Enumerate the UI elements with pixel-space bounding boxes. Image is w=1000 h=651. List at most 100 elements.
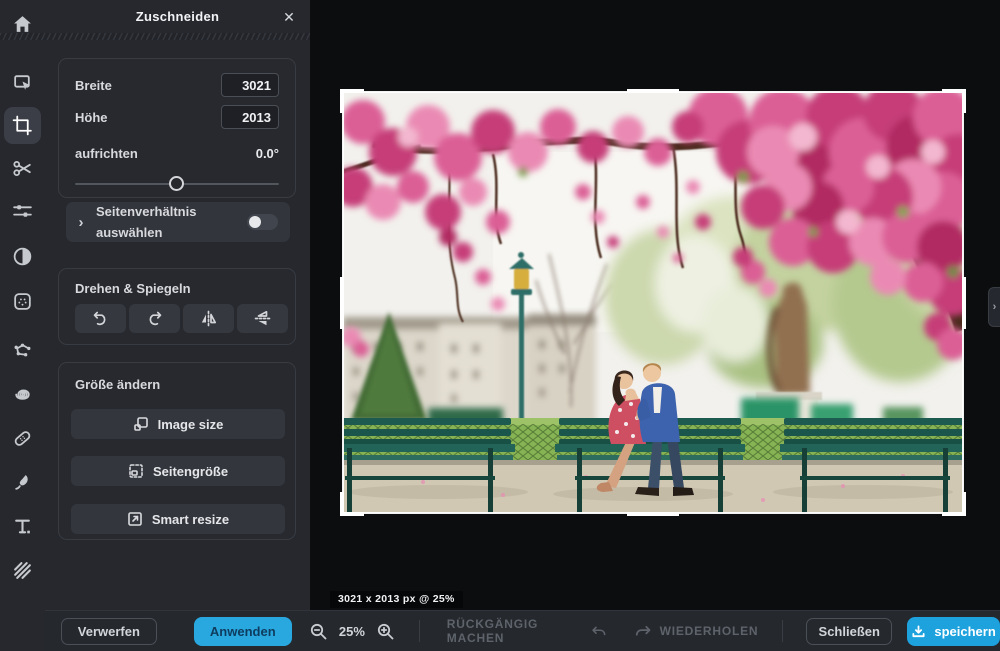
- brush-icon: [12, 472, 33, 493]
- straighten-slider[interactable]: [75, 176, 279, 192]
- smart-resize-button-label: Smart resize: [152, 512, 229, 527]
- crop-handle-top-right[interactable]: [942, 89, 966, 113]
- height-input[interactable]: [221, 105, 279, 129]
- resize-label: Größe ändern: [75, 377, 160, 392]
- crop-handle-bottom-right[interactable]: [942, 492, 966, 516]
- slider-thumb[interactable]: [169, 176, 184, 191]
- panel-header: Zuschneiden ✕: [45, 0, 310, 33]
- image-size-button-label: Image size: [158, 417, 224, 432]
- undo-button[interactable]: RÜCKGÄNGIG MACHEN: [447, 617, 606, 645]
- toggle-knob: [249, 216, 261, 228]
- draw-tool-button[interactable]: [0, 462, 45, 502]
- arrange-tool-button[interactable]: [0, 62, 45, 102]
- chevron-right-icon: ›: [993, 301, 997, 313]
- right-panel-collapse-tab[interactable]: ›: [988, 287, 1000, 327]
- zoom-out-icon: [309, 622, 328, 641]
- flip-horizontal-icon: [200, 310, 217, 327]
- contrast-icon: [12, 246, 33, 267]
- page-size-button-label: Seitengröße: [153, 464, 228, 479]
- home-icon: [12, 14, 33, 35]
- tool-sidebar: [0, 0, 45, 651]
- crop-handle-left[interactable]: [340, 277, 344, 329]
- height-label: Höhe: [75, 110, 108, 125]
- crop-handle-bottom[interactable]: [627, 512, 679, 516]
- text-icon: [12, 516, 33, 537]
- download-icon: [911, 624, 926, 639]
- image-status: 3021 x 2013 px @ 25%: [330, 591, 463, 608]
- cut-tool-button[interactable]: [0, 148, 45, 188]
- aspect-ratio-toggle[interactable]: [247, 214, 278, 230]
- panel-title: Zuschneiden: [136, 9, 219, 24]
- zoom-level[interactable]: 25%: [339, 624, 365, 639]
- undo-icon: [591, 625, 606, 638]
- close-icon[interactable]: ✕: [278, 6, 300, 28]
- width-input[interactable]: [221, 73, 279, 97]
- dimensions-card: Breite Höhe aufrichten 0.0°: [58, 58, 296, 198]
- crop-handle-right[interactable]: [962, 277, 966, 329]
- hatch-icon: [12, 560, 33, 581]
- rotate-flip-card: Drehen & Spiegeln: [58, 268, 296, 345]
- redo-icon: [635, 625, 652, 638]
- bandage-icon: [12, 428, 33, 449]
- divider: [419, 620, 420, 642]
- bottom-bar: Verwerfen Anwenden 25% RÜCKGÄNGIG MACHEN: [45, 610, 1000, 651]
- crop-handle-top-left[interactable]: [340, 89, 364, 113]
- resize-card: Größe ändern Image size Seitengröße Smar…: [58, 362, 296, 540]
- crop-border[interactable]: [342, 91, 964, 514]
- save-button-label: speichern: [934, 624, 995, 639]
- rotate-right-button[interactable]: [129, 304, 180, 333]
- rotate-left-icon: [92, 310, 109, 327]
- nodes-icon: [12, 340, 33, 361]
- contrast-tool-button[interactable]: [0, 236, 45, 276]
- rotate-right-icon: [146, 310, 163, 327]
- text-tool-button[interactable]: [0, 506, 45, 546]
- zoom-in-button[interactable]: [376, 622, 395, 641]
- page-size-button[interactable]: Seitengröße: [71, 456, 285, 486]
- editor-canvas: 3021 x 2013 px @ 25% ›: [310, 0, 1000, 610]
- divider: [782, 620, 783, 642]
- adjust-tool-button[interactable]: [0, 191, 45, 231]
- zoom-in-icon: [376, 622, 395, 641]
- retouch-tool-button[interactable]: [0, 281, 45, 321]
- redo-label: WIEDERHOLEN: [660, 624, 759, 638]
- effects-tool-button[interactable]: [0, 330, 45, 370]
- rotate-flip-label: Drehen & Spiegeln: [75, 281, 191, 296]
- close-editor-button[interactable]: Schließen: [806, 618, 892, 645]
- smart-resize-button[interactable]: Smart resize: [71, 504, 285, 534]
- image-size-icon: [133, 416, 149, 432]
- discard-button[interactable]: Verwerfen: [61, 618, 157, 645]
- flip-horizontal-button[interactable]: [183, 304, 234, 333]
- scissors-icon: [12, 158, 33, 179]
- arrange-icon: [12, 72, 33, 93]
- save-button[interactable]: speichern: [907, 617, 1000, 646]
- crop-area[interactable]: [343, 92, 963, 513]
- straighten-label: aufrichten: [75, 146, 138, 161]
- app-window: 3021 x 2013 px @ 25% › Zuschneiden ✕ Bre…: [0, 0, 1000, 651]
- panel-perforation-divider: [0, 33, 310, 40]
- page-size-icon: [128, 463, 144, 479]
- spiral-icon: [12, 384, 33, 405]
- flip-vertical-icon: [254, 310, 271, 327]
- crop-tool-button[interactable]: [0, 105, 45, 145]
- sliders-icon: [12, 201, 33, 222]
- smart-resize-icon: [127, 511, 143, 527]
- apply-button[interactable]: Anwenden: [194, 617, 292, 646]
- zoom-out-button[interactable]: [309, 622, 328, 641]
- aspect-ratio-label: Seitenverhältnis auswählen: [96, 201, 224, 243]
- rotate-left-button[interactable]: [75, 304, 126, 333]
- crop-handle-bottom-left[interactable]: [340, 492, 364, 516]
- width-label: Breite: [75, 78, 112, 93]
- aspect-ratio-row[interactable]: › Seitenverhältnis auswählen: [66, 202, 290, 242]
- heal-tool-button[interactable]: [0, 418, 45, 458]
- redo-button[interactable]: WIEDERHOLEN: [635, 624, 759, 638]
- crop-icon: [12, 115, 33, 136]
- straighten-value: 0.0°: [256, 146, 279, 161]
- crop-tool-panel: Zuschneiden ✕ Breite Höhe aufrichten 0.0…: [45, 0, 310, 610]
- image-size-button[interactable]: Image size: [71, 409, 285, 439]
- liquify-tool-button[interactable]: [0, 374, 45, 414]
- pattern-tool-button[interactable]: [0, 550, 45, 590]
- chevron-right-icon: ›: [66, 214, 96, 231]
- grain-square-icon: [12, 291, 33, 312]
- crop-handle-top[interactable]: [627, 89, 679, 93]
- flip-vertical-button[interactable]: [237, 304, 288, 333]
